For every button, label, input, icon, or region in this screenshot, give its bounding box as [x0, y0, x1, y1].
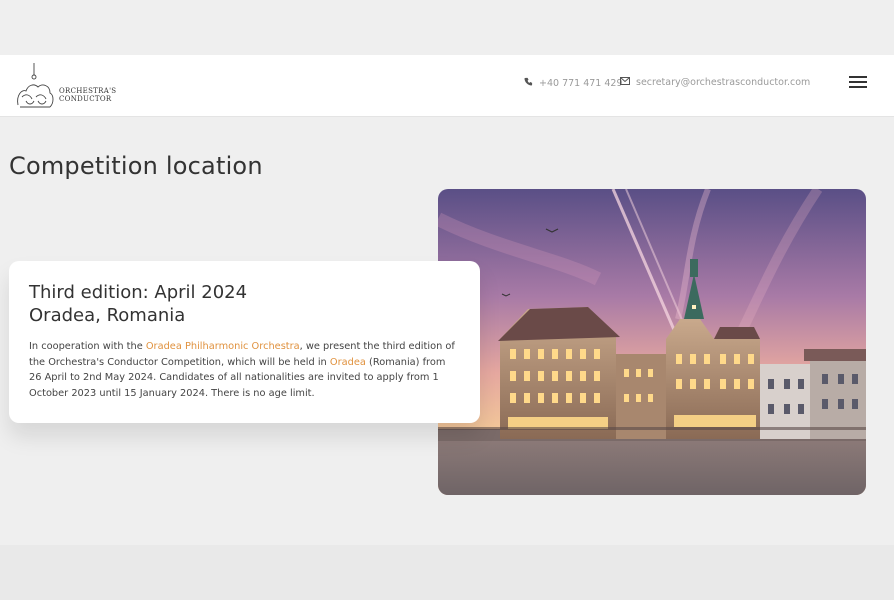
page-title: Competition location	[9, 152, 263, 180]
email-address: secretary@orchestrasconductor.com	[636, 77, 811, 88]
logo[interactable]: ORCHESTRA'S CONDUCTOR	[12, 61, 122, 111]
top-band	[0, 0, 894, 55]
orchestra-link[interactable]: Oradea Philharmonic Orchestra	[146, 341, 300, 352]
logo-text: ORCHESTRA'S CONDUCTOR	[59, 87, 116, 103]
oradea-photo	[438, 189, 866, 495]
edition-title: Third edition: April 2024	[29, 282, 248, 303]
description-text-1: In cooperation with the	[29, 341, 146, 352]
oradea-building-image	[438, 189, 866, 495]
envelope-icon	[620, 77, 630, 88]
location-title: Oradea, Romania	[29, 305, 186, 326]
phone-icon	[524, 77, 533, 89]
site-header: ORCHESTRA'S CONDUCTOR +40 771 471 429 se…	[0, 55, 894, 117]
location-info-card: Third edition: April 2024 Oradea, Romani…	[9, 261, 480, 423]
edition-heading: Third edition: April 2024 Oradea, Romani…	[29, 281, 460, 327]
logo-line-2: CONDUCTOR	[59, 95, 112, 103]
bottom-band	[0, 545, 894, 600]
phone-link[interactable]: +40 771 471 429	[524, 77, 623, 89]
hamburger-menu-icon[interactable]	[849, 76, 867, 90]
email-link[interactable]: secretary@orchestrasconductor.com	[620, 77, 810, 88]
conductor-logo-icon	[17, 63, 54, 108]
location-description: In cooperation with the Oradea Philharmo…	[29, 339, 460, 401]
city-link[interactable]: Oradea	[330, 357, 366, 368]
logo-line-1: ORCHESTRA'S	[59, 87, 117, 95]
phone-number: +40 771 471 429	[539, 77, 623, 89]
